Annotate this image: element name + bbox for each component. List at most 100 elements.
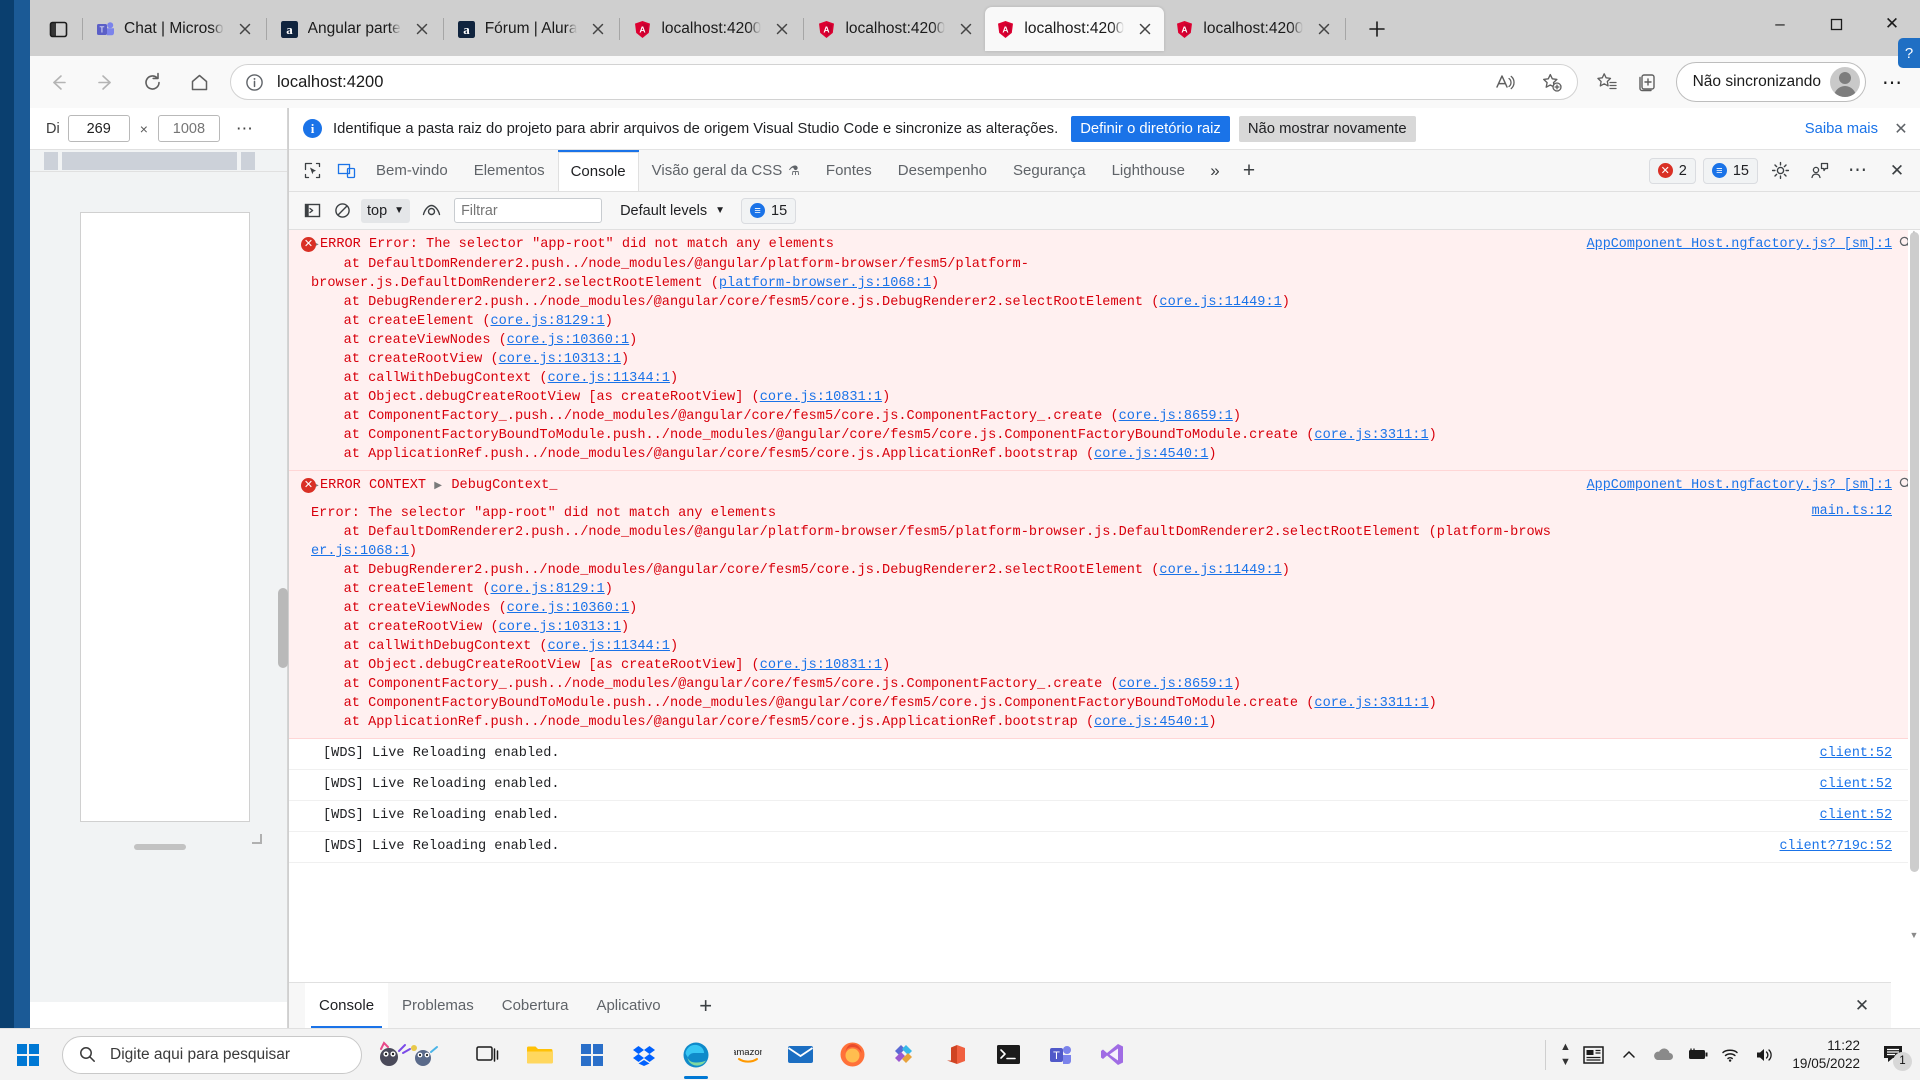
devtools-tab-fontes[interactable]: Fontes xyxy=(813,150,885,192)
source-link[interactable]: client:52 xyxy=(1820,806,1892,825)
console-log-message[interactable]: [WDS] Live Reloading enabled. client:52 xyxy=(289,770,1920,801)
browser-tab[interactable]: Alocalhost:4200 xyxy=(1164,7,1343,51)
device-more-icon[interactable]: ⋯ xyxy=(236,119,254,139)
info-count-badge[interactable]: ≡ 15 xyxy=(1702,157,1758,184)
tab-close-icon[interactable] xyxy=(953,16,979,42)
devtools-tab-bem-vindo[interactable]: Bem-vindo xyxy=(363,150,461,192)
device-width-input[interactable] xyxy=(67,115,130,142)
edge-icon[interactable] xyxy=(670,1029,722,1080)
tab-close-icon[interactable] xyxy=(769,16,795,42)
devtools-tab-desempenho[interactable]: Desempenho xyxy=(885,150,1000,192)
add-favorite-icon[interactable] xyxy=(1533,63,1571,101)
dont-show-again-button[interactable]: Não mostrar novamente xyxy=(1238,115,1416,142)
browser-tab[interactable]: Alocalhost:4200 xyxy=(622,7,801,51)
source-link[interactable]: client:52 xyxy=(1820,744,1892,763)
source-link[interactable]: core.js:10313:1 xyxy=(499,352,621,367)
drawer-tab-aplicativo[interactable]: Aplicativo xyxy=(582,983,674,1029)
device-resize-corner[interactable] xyxy=(252,834,262,844)
favorites-icon[interactable] xyxy=(1588,63,1626,101)
infobar-close-icon[interactable]: ✕ xyxy=(1888,116,1914,142)
console-log-message[interactable]: [WDS] Live Reloading enabled. client?719c… xyxy=(289,832,1920,863)
devtools-tab-vis-o-geral-da-css[interactable]: Visão geral da CSS ⚗ xyxy=(639,150,813,192)
console-scrollbar[interactable]: ▲ ▼ xyxy=(1908,230,1920,940)
source-link[interactable]: core.js:10313:1 xyxy=(499,620,621,635)
onedrive-icon[interactable] xyxy=(1646,1029,1680,1080)
info-circle-icon[interactable] xyxy=(245,73,264,92)
news-weather-icon[interactable] xyxy=(1578,1029,1612,1080)
terminal-icon[interactable] xyxy=(982,1029,1034,1080)
device-resize-handle[interactable] xyxy=(134,844,186,850)
browser-tab[interactable]: Alocalhost:4200 xyxy=(985,7,1165,51)
wifi-icon[interactable] xyxy=(1714,1029,1748,1080)
source-link[interactable]: main.ts:12 xyxy=(1812,502,1892,521)
debug-context-label[interactable]: DebugContext_ xyxy=(451,478,557,493)
device-height-input[interactable] xyxy=(157,115,220,142)
source-link[interactable]: core.js:8659:1 xyxy=(1119,677,1233,692)
amazon-icon[interactable]: amazon xyxy=(722,1029,774,1080)
clear-console-icon[interactable] xyxy=(327,197,357,225)
tab-actions-icon[interactable] xyxy=(36,7,80,51)
back-icon[interactable] xyxy=(39,63,77,101)
console-error-message[interactable]: ✕▶ERROR Error: The selector "app-root" d… xyxy=(289,230,1920,471)
source-link[interactable]: client:52 xyxy=(1820,775,1892,794)
devtools-tab-console[interactable]: Console xyxy=(557,149,639,192)
tab-close-icon[interactable] xyxy=(232,16,258,42)
source-link[interactable]: core.js:4540:1 xyxy=(1094,447,1208,462)
home-icon[interactable] xyxy=(180,63,218,101)
source-link[interactable]: core.js:8129:1 xyxy=(490,314,604,329)
source-link[interactable]: core.js:3311:1 xyxy=(1314,428,1428,443)
tab-close-icon[interactable] xyxy=(585,16,611,42)
source-link[interactable]: core.js:8129:1 xyxy=(490,582,604,597)
battery-icon[interactable] xyxy=(1680,1029,1714,1080)
browser-tab[interactable]: a Fórum | Alura xyxy=(446,7,618,51)
dropbox-icon[interactable] xyxy=(618,1029,670,1080)
teams-icon[interactable]: T xyxy=(1034,1029,1086,1080)
console-filter-input[interactable] xyxy=(454,198,603,223)
inspect-element-icon[interactable] xyxy=(295,154,329,188)
source-link[interactable]: core.js:10831:1 xyxy=(760,658,882,673)
browser-tab[interactable]: T Chat | Microso xyxy=(85,7,264,51)
drawer-tab-problemas[interactable]: Problemas xyxy=(388,983,488,1029)
learn-more-link[interactable]: Saiba mais xyxy=(1805,121,1878,137)
source-link[interactable]: core.js:10360:1 xyxy=(507,333,629,348)
browser-settings-more-icon[interactable]: ⋯ xyxy=(1874,63,1912,101)
console-levels-select[interactable]: Default levels ▼ xyxy=(620,203,725,219)
reload-icon[interactable] xyxy=(133,63,171,101)
source-link[interactable]: core.js:11344:1 xyxy=(548,639,670,654)
profile-button[interactable]: Não sincronizando xyxy=(1675,62,1866,102)
source-link[interactable]: client?719c:52 xyxy=(1780,837,1893,856)
console-message-list[interactable]: ✕▶ERROR Error: The selector "app-root" d… xyxy=(289,230,1920,940)
drawer-add-icon[interactable]: + xyxy=(689,989,723,1023)
devtools-close-icon[interactable]: ✕ xyxy=(1880,154,1914,188)
minimize-button[interactable]: – xyxy=(1752,0,1808,48)
start-button-icon[interactable] xyxy=(0,1029,56,1080)
collections-icon[interactable] xyxy=(1628,63,1666,101)
live-expression-icon[interactable] xyxy=(416,197,446,225)
browser-tab[interactable]: Alocalhost:4200 xyxy=(806,7,985,51)
console-sidebar-icon[interactable] xyxy=(297,197,327,225)
tab-close-icon[interactable] xyxy=(1132,16,1158,42)
volume-icon[interactable] xyxy=(1748,1029,1782,1080)
help-bubble-icon[interactable]: ? xyxy=(1898,38,1920,68)
task-view-icon[interactable] xyxy=(462,1029,514,1080)
source-link[interactable]: AppComponent_Host.ngfactory.js? [sm]:1 xyxy=(1587,476,1892,495)
settings-icon[interactable] xyxy=(878,1029,930,1080)
tab-close-icon[interactable] xyxy=(409,16,435,42)
source-link[interactable]: core.js:10831:1 xyxy=(760,390,882,405)
read-aloud-icon[interactable] xyxy=(1486,63,1524,101)
browser-tab[interactable]: a Angular parte xyxy=(269,7,441,51)
drawer-tab-cobertura[interactable]: Cobertura xyxy=(488,983,583,1029)
console-log-message[interactable]: [WDS] Live Reloading enabled. client:52 xyxy=(289,801,1920,832)
page-scrollbar[interactable] xyxy=(278,588,288,668)
execution-context-select[interactable]: top ▼ xyxy=(361,198,411,223)
console-info-badge[interactable]: ≡ 15 xyxy=(741,197,797,224)
office-icon[interactable] xyxy=(930,1029,982,1080)
taskbar-clock[interactable]: 11:22 19/05/2022 xyxy=(1792,1037,1860,1073)
source-link[interactable]: core.js:11344:1 xyxy=(548,371,670,386)
source-link[interactable]: er.js:1068:1 xyxy=(311,544,409,559)
devtools-tab-seguran-a[interactable]: Segurança xyxy=(1000,150,1099,192)
tab-add-icon[interactable]: + xyxy=(1232,154,1266,188)
notification-center-icon[interactable]: 1 xyxy=(1874,1029,1914,1080)
source-link[interactable]: core.js:11449:1 xyxy=(1159,563,1281,578)
forward-icon[interactable] xyxy=(86,63,124,101)
